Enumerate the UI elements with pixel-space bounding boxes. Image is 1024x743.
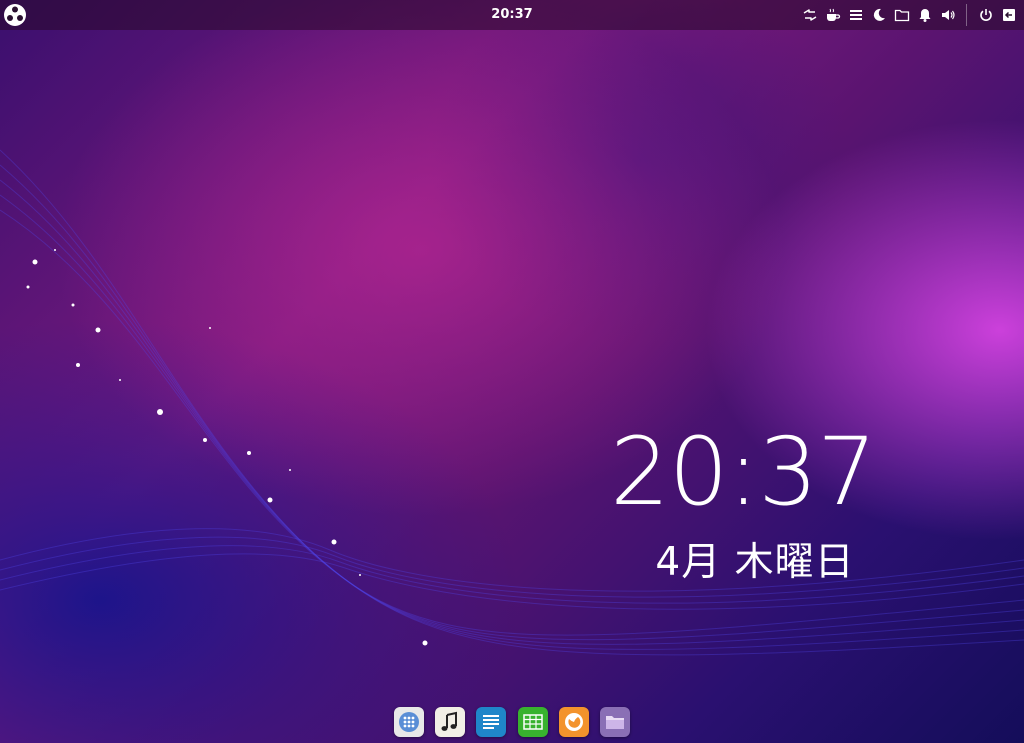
top-panel: 20:37 [0,0,1024,30]
desktop-wallpaper[interactable]: 20:37 20:37 4月 木曜日 [0,0,1024,743]
spreadsheet-icon[interactable] [517,707,548,737]
system-tray [799,0,1024,30]
folder-icon[interactable] [893,6,911,24]
app-grid-icon[interactable] [394,707,424,737]
wallpaper-wave-decoration [0,149,1024,656]
tray-separator [965,4,967,26]
menu-icon[interactable] [847,6,865,24]
firefox-icon[interactable] [558,707,589,737]
volume-icon[interactable] [939,6,957,24]
dock [394,704,630,740]
notification-bell-icon[interactable] [916,6,934,24]
night-mode-icon[interactable] [870,6,888,24]
desktop-clock-time: 20:37 [610,418,877,527]
logout-icon[interactable] [1000,6,1018,24]
ubuntu-budgie-menu-icon[interactable] [3,3,27,27]
desktop-clock-date: 4月 木曜日 [655,540,855,585]
network-icon[interactable] [801,6,819,24]
caffeine-icon[interactable] [824,6,842,24]
text-editor-icon[interactable] [476,707,507,737]
file-manager-icon[interactable] [599,707,630,737]
music-player-icon[interactable] [435,707,466,737]
power-icon[interactable] [977,6,995,24]
